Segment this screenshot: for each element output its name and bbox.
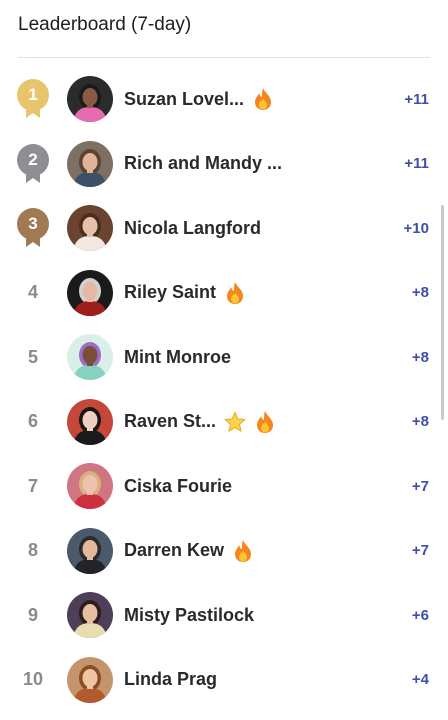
rank-number: 2 <box>28 149 38 169</box>
fire-icon <box>252 87 274 111</box>
rank-slot: 8 <box>15 529 51 573</box>
gold-medal-icon: 1 <box>17 79 49 119</box>
name-wrap: Raven St... <box>124 407 276 437</box>
user-name[interactable]: Nicola Langford <box>124 218 261 239</box>
rank-number: 9 <box>27 604 38 625</box>
user-name[interactable]: Darren Kew <box>124 540 224 561</box>
name-wrap: Riley Saint <box>124 278 246 308</box>
leaderboard-list: 1 Suzan Lovel... +11 2 Rich and Mandy ... +11… <box>0 67 448 712</box>
name-wrap: Rich and Mandy ... <box>124 149 282 179</box>
avatar[interactable] <box>67 269 113 316</box>
name-wrap: Mint Monroe <box>124 342 231 372</box>
rank-number: 6 <box>27 411 38 432</box>
score-value: +8 <box>411 413 429 431</box>
name-wrap: Suzan Lovel... <box>124 84 274 114</box>
rank-slot: 7 <box>15 464 51 508</box>
avatar[interactable] <box>67 140 113 187</box>
leaderboard-row[interactable]: 2 Rich and Mandy ... +11 <box>0 132 448 197</box>
score-value: +4 <box>411 671 429 689</box>
rank-slot: 9 <box>15 593 51 637</box>
leaderboard-row[interactable]: 6 Raven St... +8 <box>0 390 448 455</box>
user-name[interactable]: Mint Monroe <box>124 347 231 368</box>
score-value: +6 <box>411 606 429 624</box>
name-wrap: Nicola Langford <box>124 213 261 243</box>
user-name[interactable]: Linda Prag <box>124 669 217 690</box>
user-name[interactable]: Rich and Mandy ... <box>124 153 282 174</box>
rank-number: 3 <box>28 214 38 234</box>
user-name[interactable]: Suzan Lovel... <box>124 89 244 110</box>
header-divider <box>18 57 430 58</box>
avatar[interactable] <box>67 334 113 381</box>
score-value: +11 <box>404 90 429 108</box>
rank-slot: 10 <box>15 658 51 702</box>
leaderboard-row[interactable]: 8 Darren Kew +7 <box>0 519 448 584</box>
name-wrap: Ciska Fourie <box>124 471 232 501</box>
rank-slot: 6 <box>15 400 51 444</box>
avatar[interactable] <box>67 398 113 445</box>
rank-slot: 3 <box>15 206 51 250</box>
score-value: +8 <box>411 284 429 302</box>
avatar[interactable] <box>67 656 113 703</box>
leaderboard-row[interactable]: 1 Suzan Lovel... +11 <box>0 67 448 132</box>
rank-number: 7 <box>27 475 38 496</box>
leaderboard-row[interactable]: 5 Mint Monroe +8 <box>0 325 448 390</box>
leaderboard-row[interactable]: 9 Misty Pastilock +6 <box>0 583 448 648</box>
avatar[interactable] <box>67 463 113 510</box>
avatar[interactable] <box>67 592 113 639</box>
user-name[interactable]: Raven St... <box>124 411 216 432</box>
fire-icon <box>232 539 254 563</box>
rank-slot: 1 <box>15 77 51 121</box>
name-wrap: Linda Prag <box>124 665 217 695</box>
scrollbar[interactable] <box>441 205 444 420</box>
score-value: +10 <box>403 219 429 237</box>
rank-number: 1 <box>28 85 38 105</box>
leaderboard-row[interactable]: 7 Ciska Fourie +7 <box>0 454 448 519</box>
star-icon <box>224 410 246 434</box>
leaderboard-row[interactable]: 4 Riley Saint +8 <box>0 261 448 326</box>
bronze-medal-icon: 3 <box>17 208 49 248</box>
avatar[interactable] <box>67 76 113 123</box>
name-wrap: Darren Kew <box>124 536 254 566</box>
user-name[interactable]: Misty Pastilock <box>124 605 254 626</box>
name-wrap: Misty Pastilock <box>124 600 254 630</box>
fire-icon <box>254 410 276 434</box>
score-value: +7 <box>411 477 429 495</box>
user-name[interactable]: Ciska Fourie <box>124 476 232 497</box>
page-title: Leaderboard (7-day) <box>18 14 192 35</box>
rank-number: 4 <box>27 282 38 303</box>
rank-number: 10 <box>22 669 44 690</box>
rank-slot: 2 <box>15 142 51 186</box>
leaderboard-row[interactable]: 3 Nicola Langford +10 <box>0 196 448 261</box>
avatar[interactable] <box>67 205 113 252</box>
user-name[interactable]: Riley Saint <box>124 282 216 303</box>
avatar[interactable] <box>67 527 113 574</box>
score-value: +11 <box>404 155 429 173</box>
rank-slot: 5 <box>15 335 51 379</box>
leaderboard-row[interactable]: 10 Linda Prag +4 <box>0 648 448 713</box>
fire-icon <box>224 281 246 305</box>
rank-number: 5 <box>27 346 38 367</box>
rank-slot: 4 <box>15 271 51 315</box>
score-value: +8 <box>411 348 429 366</box>
silver-medal-icon: 2 <box>17 143 49 184</box>
rank-number: 8 <box>27 540 38 561</box>
score-value: +7 <box>411 542 429 560</box>
